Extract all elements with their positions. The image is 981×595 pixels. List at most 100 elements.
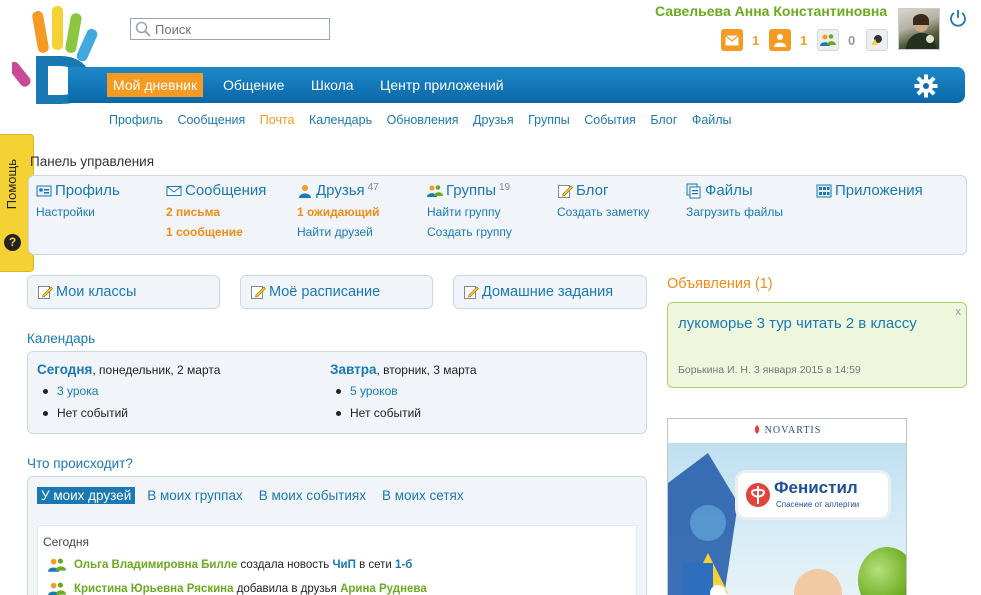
calendar-today: Сегодня, понедельник, 2 марта 3 урока Не… (37, 362, 220, 428)
panel-title: Панель управления (30, 154, 155, 169)
logout-power-icon[interactable] (948, 8, 968, 28)
notif-friends[interactable]: 1 (769, 29, 807, 51)
group-icon (48, 558, 66, 572)
dash-blog-title[interactable]: Блог (557, 182, 650, 199)
nav-app-center[interactable]: Центр приложений (374, 73, 510, 97)
calendar-tomorrow: Завтра, вторник, 3 марта 5 уроков Нет со… (330, 362, 477, 428)
subnav-updates[interactable]: Обновления (387, 113, 459, 127)
my-schedule-label: Моё расписание (269, 284, 381, 300)
dash-create-group-link[interactable]: Создать группу (427, 225, 512, 239)
announcements-title[interactable]: Объявления (1) (667, 276, 773, 292)
my-schedule-button[interactable]: Моё расписание (240, 275, 433, 309)
my-classes-button[interactable]: Мои классы (27, 275, 220, 309)
avatar[interactable] (898, 8, 940, 50)
search-input[interactable] (152, 21, 322, 37)
mail-icon (721, 29, 743, 51)
person-icon (299, 184, 311, 198)
announcement-meta: Борькина И. Н. 3 января 2015 в 14:59 (678, 364, 861, 376)
close-icon[interactable]: x (956, 306, 962, 318)
dash-profile: Профиль Настройки (36, 182, 120, 219)
calendar-title[interactable]: Календарь (27, 331, 95, 346)
today-link[interactable]: Сегодня (37, 362, 92, 377)
feed-target-link[interactable]: 1-б (395, 559, 412, 571)
list-item: Кристина Юрьевна Ряскина добавила в друз… (48, 580, 427, 595)
list-item: Ольга Владимировна Билле создала новость… (48, 556, 412, 574)
groups-count: 19 (498, 182, 511, 193)
dash-letters-link[interactable]: 2 письма (166, 205, 266, 219)
announcement-text[interactable]: лукоморье 3 тур читать 2 в классу (678, 314, 918, 334)
tomorrow-lessons-link[interactable]: 5 уроков (330, 384, 477, 398)
group-icon (48, 582, 66, 595)
user-name[interactable]: Савельева Анна Константиновна (655, 3, 887, 19)
today-date: , понедельник, 2 марта (92, 363, 221, 377)
dash-find-friends-link[interactable]: Найти друзей (297, 225, 379, 239)
dash-pending-link[interactable]: 1 ожидающий (297, 205, 379, 219)
activity-feed: У моих друзей В моих группах В моих собы… (27, 476, 647, 595)
notif-mail[interactable]: 1 (721, 29, 759, 51)
subnav-friends[interactable]: Друзья (473, 113, 514, 127)
subnav-messages[interactable]: Сообщения (177, 113, 245, 127)
tab-networks[interactable]: В моих сетях (378, 487, 468, 504)
search-box[interactable] (130, 18, 330, 40)
nav-communication[interactable]: Общение (217, 73, 290, 97)
subnav-files[interactable]: Файлы (692, 113, 732, 127)
dash-create-note-link[interactable]: Создать заметку (557, 205, 650, 219)
ad-brand-name: Фенистил (774, 478, 858, 497)
dash-apps-title[interactable]: Приложения (816, 182, 923, 199)
today-lessons-link[interactable]: 3 урока (37, 384, 220, 398)
announcement-card: лукоморье 3 тур читать 2 в классу Борьки… (667, 302, 967, 388)
dash-groups-title[interactable]: Группы 19 (427, 182, 512, 199)
homework-label: Домашние задания (482, 284, 614, 300)
tab-friends[interactable]: У моих друзей (37, 487, 136, 504)
tab-groups[interactable]: В моих группах (143, 487, 247, 504)
dash-profile-title[interactable]: Профиль (36, 182, 120, 199)
dash-friends-title[interactable]: Друзья 47 (297, 182, 379, 199)
tomorrow-no-events: Нет событий (330, 406, 477, 420)
dash-blog: Блог Создать заметку (557, 182, 650, 219)
dash-settings-link[interactable]: Настройки (36, 205, 120, 219)
envelope-icon (166, 185, 182, 196)
dash-files: Файлы Загрузить файлы (686, 182, 783, 219)
notif-groups[interactable]: 0 (817, 29, 855, 51)
search-icon (135, 21, 151, 37)
nav-my-diary[interactable]: Мой дневник (107, 73, 204, 97)
notif-groups-count: 0 (848, 32, 856, 48)
question-icon: ? (4, 234, 21, 251)
ad-tagline: Спасение от аллергии (776, 500, 860, 509)
feed-person-link[interactable]: Ольга Владимировна Билле (74, 559, 237, 571)
tab-events[interactable]: В моих событиях (255, 487, 370, 504)
subnav-blog[interactable]: Блог (650, 113, 677, 127)
subnav-mail[interactable]: Почта (260, 113, 295, 127)
subnav-groups[interactable]: Группы (528, 113, 570, 127)
dash-find-group-link[interactable]: Найти группу (427, 205, 512, 219)
dash-upload-files-link[interactable]: Загрузить файлы (686, 205, 783, 219)
feed-target-link[interactable]: Арина Руднева (340, 583, 427, 595)
dashboard-panel: Профиль Настройки Сообщения 2 письма 1 с… (28, 175, 967, 255)
dash-files-title[interactable]: Файлы (686, 182, 783, 199)
help-label: Помощь (4, 159, 19, 210)
dash-groups: Группы 19 Найти группу Создать группу (427, 182, 512, 239)
feed-object-link[interactable]: ЧиП (332, 559, 355, 571)
avatar-photo-icon (905, 13, 937, 49)
feed-person-link[interactable]: Кристина Юрьевна Ряскина (74, 583, 234, 595)
friends-count: 47 (367, 182, 379, 193)
user-icon (769, 29, 791, 51)
homework-button[interactable]: Домашние задания (453, 275, 647, 309)
ad-sponsor: NOVARTIS (668, 425, 906, 436)
group-icon (817, 29, 839, 51)
subnav-calendar[interactable]: Календарь (309, 113, 372, 127)
settings-gear-icon[interactable] (914, 74, 938, 98)
nav-school[interactable]: Школа (305, 73, 360, 97)
subnav-profile[interactable]: Профиль (109, 113, 163, 127)
main-nav: Мой дневник Общение Школа Центр приложен… (68, 67, 965, 103)
notepad-pencil-icon (38, 286, 53, 299)
tomorrow-link[interactable]: Завтра (330, 362, 376, 377)
dash-message-link[interactable]: 1 сообщение (166, 225, 266, 239)
advertisement-banner[interactable]: NOVARTIS Фенистил Спасение от аллергии (667, 418, 907, 595)
notepad-pencil-icon (251, 286, 266, 299)
subnav-events[interactable]: События (584, 113, 636, 127)
notif-events[interactable] (866, 29, 888, 51)
dash-apps: Приложения (816, 182, 923, 199)
dash-messages-title[interactable]: Сообщения (166, 182, 266, 199)
event-icon (866, 29, 888, 51)
